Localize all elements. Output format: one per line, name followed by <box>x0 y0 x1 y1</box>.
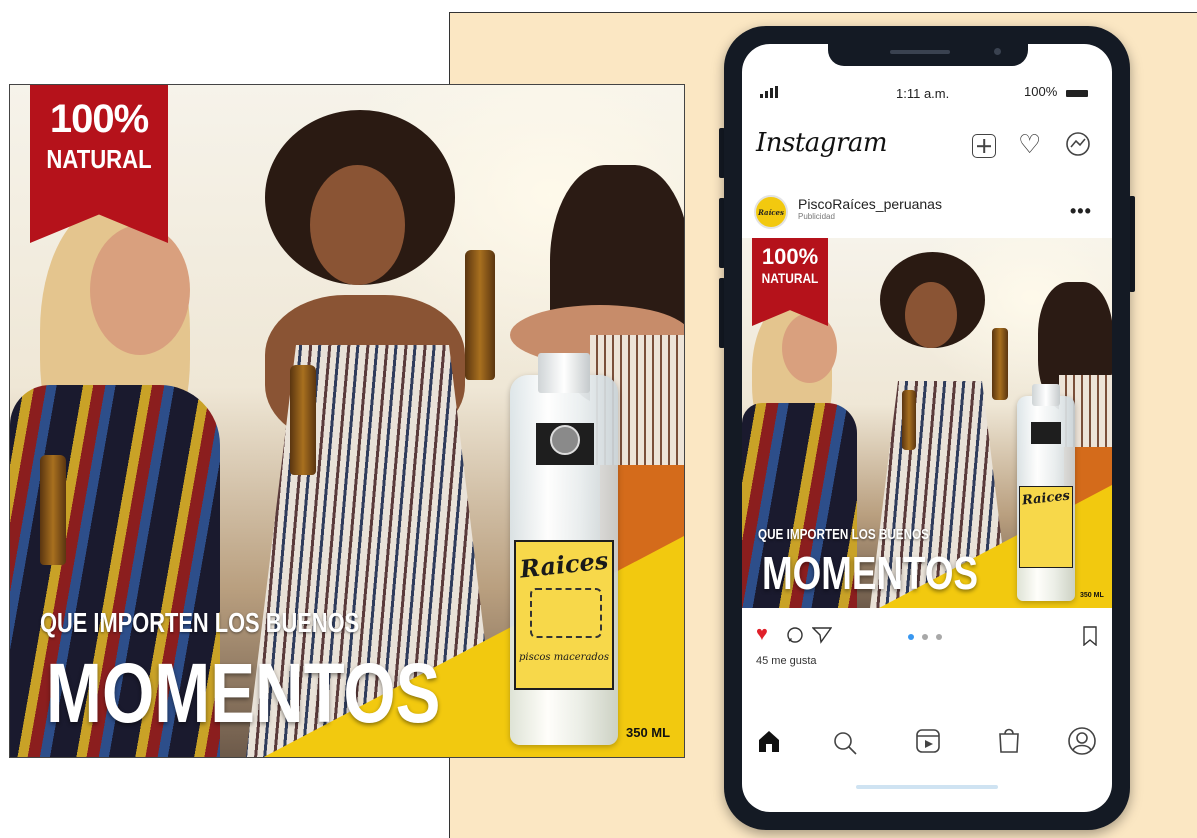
share-icon[interactable] <box>811 626 833 648</box>
slogan-headline: MOMENTOS <box>46 646 441 740</box>
home-indicator[interactable] <box>856 785 998 789</box>
status-time: 1:11 a.m. <box>896 86 950 101</box>
bottle-label: Raices piscos macerados <box>514 540 614 690</box>
carousel-dot <box>922 634 928 640</box>
pisco-bottle: Raices piscos macerados <box>510 353 618 745</box>
reels-icon[interactable] <box>915 728 941 758</box>
comment-icon[interactable] <box>786 626 804 648</box>
search-icon[interactable] <box>832 730 858 760</box>
label-illustration-icon <box>530 588 602 638</box>
more-options-icon[interactable]: ••• <box>1070 201 1092 222</box>
battery-icon <box>1066 90 1088 97</box>
shop-icon[interactable] <box>996 726 1022 758</box>
like-heart-icon[interactable]: ♥ <box>756 624 768 644</box>
instagram-logo[interactable]: Instagram <box>756 128 888 158</box>
bottle-volume: 350 ML <box>626 725 671 740</box>
battery-percent: 100% <box>1024 84 1058 99</box>
bottle-subtitle: piscos macerados <box>519 652 609 663</box>
carousel-dot <box>936 634 942 640</box>
avatar[interactable]: Raíces <box>754 195 788 229</box>
heart-icon[interactable]: ♡ <box>1018 131 1041 157</box>
likes-count[interactable]: 45 me gusta <box>756 655 817 667</box>
post-username[interactable]: PiscoRaíces_peruanas <box>798 196 942 212</box>
sponsored-label: Publicidad <box>798 212 835 221</box>
new-post-icon[interactable] <box>972 134 996 158</box>
messenger-icon[interactable] <box>1064 130 1092 162</box>
slogan-line: QUE IMPORTEN LOS BUENOS <box>40 607 360 638</box>
bottle-brand: Raices <box>518 545 610 584</box>
front-camera <box>994 48 1001 55</box>
badge-percent: 100% <box>49 97 149 141</box>
bookmark-icon[interactable] <box>1082 626 1098 650</box>
profile-icon[interactable] <box>1067 726 1097 760</box>
badge-label: NATURAL <box>46 144 152 174</box>
ad-image: 100% NATURAL Raices piscos macerados 350… <box>9 84 685 758</box>
post-bottle: Raices <box>1017 384 1075 601</box>
speaker-grille <box>890 50 950 54</box>
home-icon[interactable] <box>756 728 782 758</box>
carousel-dot-active <box>908 634 914 640</box>
post-image[interactable]: 100% NATURAL Raices 350 ML QUE IMPORTEN … <box>742 238 1112 608</box>
signal-icon <box>760 86 778 98</box>
bottle-seal-icon <box>550 425 580 455</box>
